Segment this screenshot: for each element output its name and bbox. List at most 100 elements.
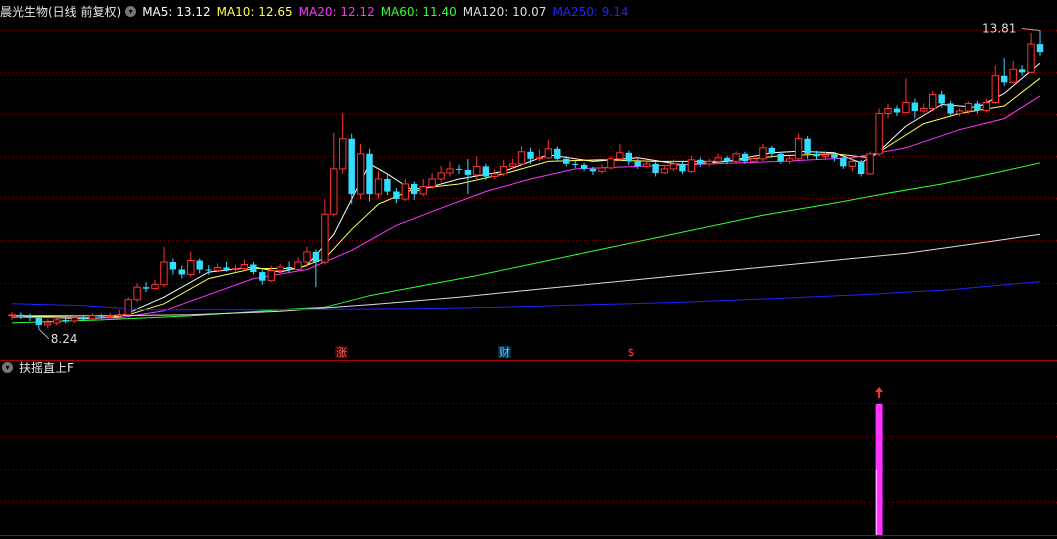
- candle-body: [1036, 44, 1044, 53]
- candle-body: [660, 168, 669, 174]
- candle-body: [804, 138, 811, 154]
- candle-body: [356, 153, 365, 195]
- candle: [187, 251, 195, 278]
- low-pointer: [38, 328, 50, 340]
- candle-body: [982, 102, 990, 112]
- candle: [705, 158, 713, 167]
- candle-body: [411, 184, 418, 195]
- candle-body: [446, 168, 454, 174]
- signal-bar-highlight: [875, 469, 878, 535]
- dollar-marker[interactable]: $: [628, 346, 635, 359]
- candle-body: [53, 319, 61, 324]
- candle-body: [517, 151, 526, 165]
- candle-body: [598, 167, 606, 172]
- candle-body: [750, 158, 758, 162]
- candle-body: [858, 161, 865, 174]
- candle: [321, 199, 329, 265]
- candle: [250, 262, 257, 275]
- candle-body: [535, 157, 544, 160]
- candle-body: [723, 157, 731, 162]
- candle-body: [276, 266, 284, 271]
- candle-body: [223, 267, 230, 270]
- candle: [866, 151, 874, 175]
- candle: [464, 158, 472, 195]
- candle: [652, 161, 659, 177]
- candle-body: [88, 315, 97, 320]
- candle: [893, 105, 901, 117]
- candle: [991, 65, 999, 104]
- candle: [8, 312, 16, 320]
- candle-body: [768, 147, 775, 154]
- candle-body: [813, 153, 820, 157]
- candle-body: [777, 153, 784, 162]
- candle-body: [697, 159, 704, 164]
- candle-body: [428, 178, 436, 187]
- candle: [366, 148, 373, 202]
- candle-body: [115, 314, 123, 317]
- candle-body: [473, 165, 481, 176]
- candle: [697, 157, 704, 167]
- candle: [294, 257, 302, 271]
- candle-body: [554, 148, 561, 159]
- candle-body: [98, 315, 105, 317]
- candle-body: [419, 186, 427, 195]
- candle-body: [544, 148, 552, 159]
- candle: [240, 259, 249, 271]
- candle: [643, 161, 651, 168]
- cai-marker[interactable]: 财: [499, 345, 510, 359]
- zhang-marker[interactable]: 涨: [336, 346, 347, 359]
- candle: [911, 98, 918, 119]
- candle: [607, 156, 615, 170]
- candle-body: [920, 108, 928, 112]
- candle: [947, 101, 954, 117]
- candle-body: [142, 287, 150, 289]
- candle-body: [643, 163, 651, 167]
- candle-body: [955, 110, 964, 114]
- candle: [1036, 30, 1044, 56]
- candle: [312, 249, 320, 288]
- candle-body: [8, 314, 16, 317]
- candle: [794, 133, 803, 160]
- candle-body: [563, 158, 570, 164]
- candle-body: [482, 166, 489, 177]
- candle-body: [902, 102, 910, 114]
- candle-body: [240, 264, 249, 269]
- candle: [1009, 60, 1017, 84]
- grid-lines: [0, 30, 1057, 536]
- candle: [26, 313, 34, 321]
- candle: [1027, 33, 1035, 74]
- candle: [169, 258, 177, 275]
- candle: [178, 265, 185, 279]
- candle-body: [160, 261, 168, 286]
- candle: [571, 160, 579, 168]
- candle-body: [759, 147, 767, 160]
- candle-body: [437, 172, 445, 180]
- candle: [88, 313, 97, 320]
- signal-up-arrow-icon: [875, 387, 884, 398]
- indicator-signals: [875, 387, 884, 535]
- price-labels: 13.81 8.24: [38, 22, 1041, 346]
- candle-body: [267, 270, 275, 282]
- candle-body: [1027, 43, 1035, 73]
- candle-body: [393, 191, 400, 199]
- candle: [598, 163, 606, 174]
- candle-body: [285, 267, 293, 270]
- candle-body: [178, 269, 185, 275]
- candle-body: [634, 161, 641, 167]
- candle: [858, 159, 865, 177]
- candle: [267, 265, 275, 283]
- candle-body: [250, 264, 257, 272]
- candle-body: [625, 152, 632, 162]
- candle: [455, 164, 463, 174]
- candle: [151, 279, 159, 290]
- candle-body: [384, 179, 391, 192]
- candle: [196, 258, 203, 274]
- event-markers: 涨 财 $: [335, 345, 635, 359]
- candle: [759, 143, 767, 161]
- candle-body: [133, 286, 141, 301]
- candle: [982, 98, 990, 113]
- kline-chart[interactable]: 13.81 8.24 涨 财 $: [0, 0, 1057, 539]
- candle: [974, 101, 981, 114]
- candle: [768, 145, 775, 158]
- candle-body: [294, 261, 302, 270]
